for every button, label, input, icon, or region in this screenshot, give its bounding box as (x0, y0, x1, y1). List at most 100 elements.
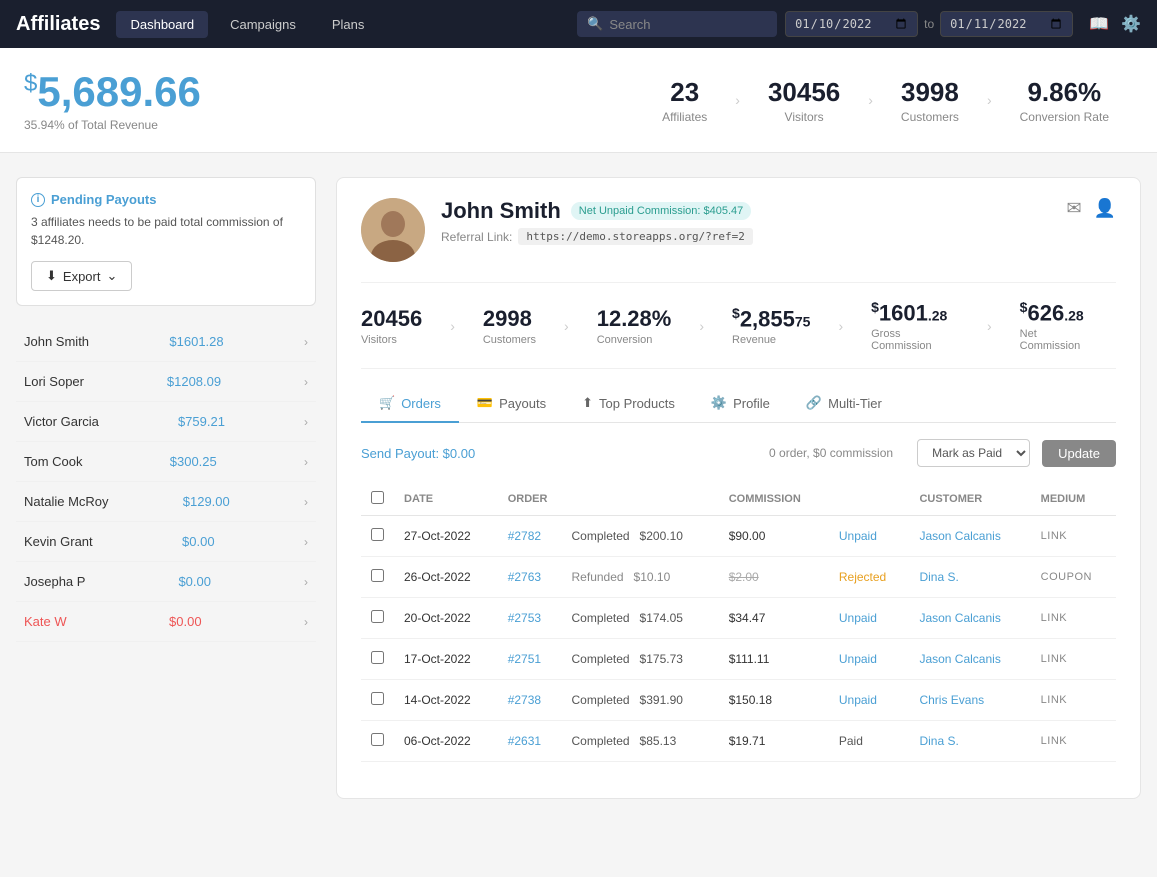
nav-icons: 📖 ⚙️ (1089, 14, 1141, 34)
tab-payouts[interactable]: 💳 Payouts (459, 385, 564, 423)
orders-count: 0 order, $0 commission (769, 446, 893, 460)
commission-amount: $34.47 (719, 598, 829, 639)
customer-link[interactable]: Jason Calcanis (919, 529, 1000, 543)
row-checkbox[interactable] (371, 610, 384, 623)
email-icon[interactable]: ✉ (1066, 198, 1081, 219)
revenue-stat-value: 2,855 (740, 306, 795, 331)
profile-actions: ✉ 👤 (1066, 198, 1116, 219)
affiliate-item-natalie-mcroy[interactable]: Natalie McRoy $129.00 › (16, 482, 316, 522)
date-range-separator: to (924, 17, 934, 31)
order-date: 14-Oct-2022 (394, 680, 498, 721)
row-checkbox[interactable] (371, 651, 384, 664)
order-id: #2738 (498, 680, 562, 721)
affiliate-amount: $759.21 (178, 414, 225, 429)
net-commission-stat: $626.28 (1020, 299, 1096, 326)
send-payout-link[interactable]: Send Payout: $0.00 (361, 446, 475, 461)
affiliate-name: Natalie McRoy (24, 494, 109, 509)
revenue-amount: $5,689.66 (24, 68, 201, 115)
affiliate-amount: $1208.09 (167, 374, 221, 389)
visitors-label: Visitors (768, 110, 840, 124)
stat-gross-commission: $1601.28 Gross Commission (851, 299, 979, 352)
row-checkbox[interactable] (371, 569, 384, 582)
date-from-input[interactable] (785, 11, 918, 37)
chevron-right-icon: › (304, 615, 308, 629)
pending-payouts-title: i Pending Payouts (31, 192, 301, 207)
nav-campaigns[interactable]: Campaigns (216, 11, 310, 38)
row-checkbox[interactable] (371, 528, 384, 541)
customer-link[interactable]: Dina S. (919, 570, 958, 584)
row-checkbox-cell (361, 721, 394, 762)
order-link[interactable]: #2751 (508, 652, 541, 666)
tab-profile[interactable]: ⚙️ Profile (693, 385, 788, 423)
customer-link[interactable]: Chris Evans (919, 693, 984, 707)
row-checkbox[interactable] (371, 692, 384, 705)
stat-conversion: 12.28% Conversion (577, 306, 692, 346)
top-products-icon: ⬆ (582, 395, 593, 411)
commission-header: COMMISSION (719, 483, 829, 516)
info-icon: i (31, 193, 45, 207)
user-icon[interactable]: 👤 (1094, 198, 1116, 219)
mark-paid-select[interactable]: Mark as Paid (917, 439, 1030, 467)
book-icon[interactable]: 📖 (1089, 14, 1109, 34)
affiliate-item-kate-w[interactable]: Kate W $0.00 › (16, 602, 316, 642)
net-commission-label: Net Commission (1020, 328, 1096, 352)
net-commission-badge: Net Unpaid Commission: $405.47 (571, 202, 751, 220)
orders-toolbar: Send Payout: $0.00 0 order, $0 commissio… (361, 439, 1116, 467)
customer-link[interactable]: Jason Calcanis (919, 652, 1000, 666)
stat-revenue: $2,85575 Revenue (712, 305, 830, 346)
affiliate-item-john-smith[interactable]: John Smith $1601.28 › (16, 322, 316, 362)
conversion-label: Conversion Rate (1020, 110, 1109, 124)
affiliate-name: Josepha P (24, 574, 85, 589)
tab-multi-tier[interactable]: 🔗 Multi-Tier (788, 385, 900, 423)
affiliate-item-victor-garcia[interactable]: Victor Garcia $759.21 › (16, 402, 316, 442)
nav-dashboard[interactable]: Dashboard (116, 11, 208, 38)
table-row: 27-Oct-2022 #2782 Completed $200.10 $90.… (361, 516, 1116, 557)
affiliate-item-tom-cook[interactable]: Tom Cook $300.25 › (16, 442, 316, 482)
row-checkbox[interactable] (371, 733, 384, 746)
order-link[interactable]: #2631 (508, 734, 541, 748)
medium-header: MEDIUM (1031, 483, 1116, 516)
order-status: Completed $200.10 (562, 516, 719, 557)
order-date: 27-Oct-2022 (394, 516, 498, 557)
commission-status-header (829, 483, 910, 516)
table-header: DATE ORDER COMMISSION CUSTOMER MEDIUM (361, 483, 1116, 516)
order-link[interactable]: #2782 (508, 529, 541, 543)
affiliate-amount: $0.00 (178, 574, 211, 589)
order-status: Completed $85.13 (562, 721, 719, 762)
conversion-stat-label: Conversion (597, 334, 672, 346)
table-row: 14-Oct-2022 #2738 Completed $391.90 $150… (361, 680, 1116, 721)
select-all-checkbox[interactable] (371, 491, 384, 504)
customer-link[interactable]: Jason Calcanis (919, 611, 1000, 625)
customers-stat: 2998 (483, 306, 536, 332)
customer-link[interactable]: Dina S. (919, 734, 958, 748)
search-input[interactable] (609, 17, 767, 32)
table-row: 20-Oct-2022 #2753 Completed $174.05 $34.… (361, 598, 1116, 639)
order-link[interactable]: #2738 (508, 693, 541, 707)
export-button[interactable]: ⬇ Export ⌄ (31, 261, 132, 291)
currency-symbol: $ (24, 70, 37, 97)
chevron-right-icon: › (304, 415, 308, 429)
order-link[interactable]: #2753 (508, 611, 541, 625)
chevron-right-icon: › (304, 455, 308, 469)
brand-logo: Affiliates (16, 13, 100, 36)
search-box: 🔍 (577, 11, 777, 37)
chevron-right-icon: › (304, 575, 308, 589)
tab-top-products[interactable]: ⬆ Top Products (564, 385, 693, 423)
order-link[interactable]: #2763 (508, 570, 541, 584)
affiliate-item-josepha-p[interactable]: Josepha P $0.00 › (16, 562, 316, 602)
orders-icon: 🛒 (379, 395, 395, 411)
tab-orders[interactable]: 🛒 Orders (361, 385, 459, 423)
date-to-input[interactable] (940, 11, 1073, 37)
affiliate-name: Lori Soper (24, 374, 84, 389)
order-id: #2782 (498, 516, 562, 557)
affiliate-item-kevin-grant[interactable]: Kevin Grant $0.00 › (16, 522, 316, 562)
stat-affiliates: 23 Affiliates (638, 77, 731, 124)
settings-icon[interactable]: ⚙️ (1121, 14, 1141, 34)
nav-plans[interactable]: Plans (318, 11, 379, 38)
update-button[interactable]: Update (1042, 440, 1116, 467)
affiliate-name: Kate W (24, 614, 67, 629)
table-body: 27-Oct-2022 #2782 Completed $200.10 $90.… (361, 516, 1116, 762)
net-commission-value: 626 (1027, 300, 1064, 325)
affiliate-item-lori-soper[interactable]: Lori Soper $1208.09 › (16, 362, 316, 402)
medium: LINK (1031, 680, 1116, 721)
